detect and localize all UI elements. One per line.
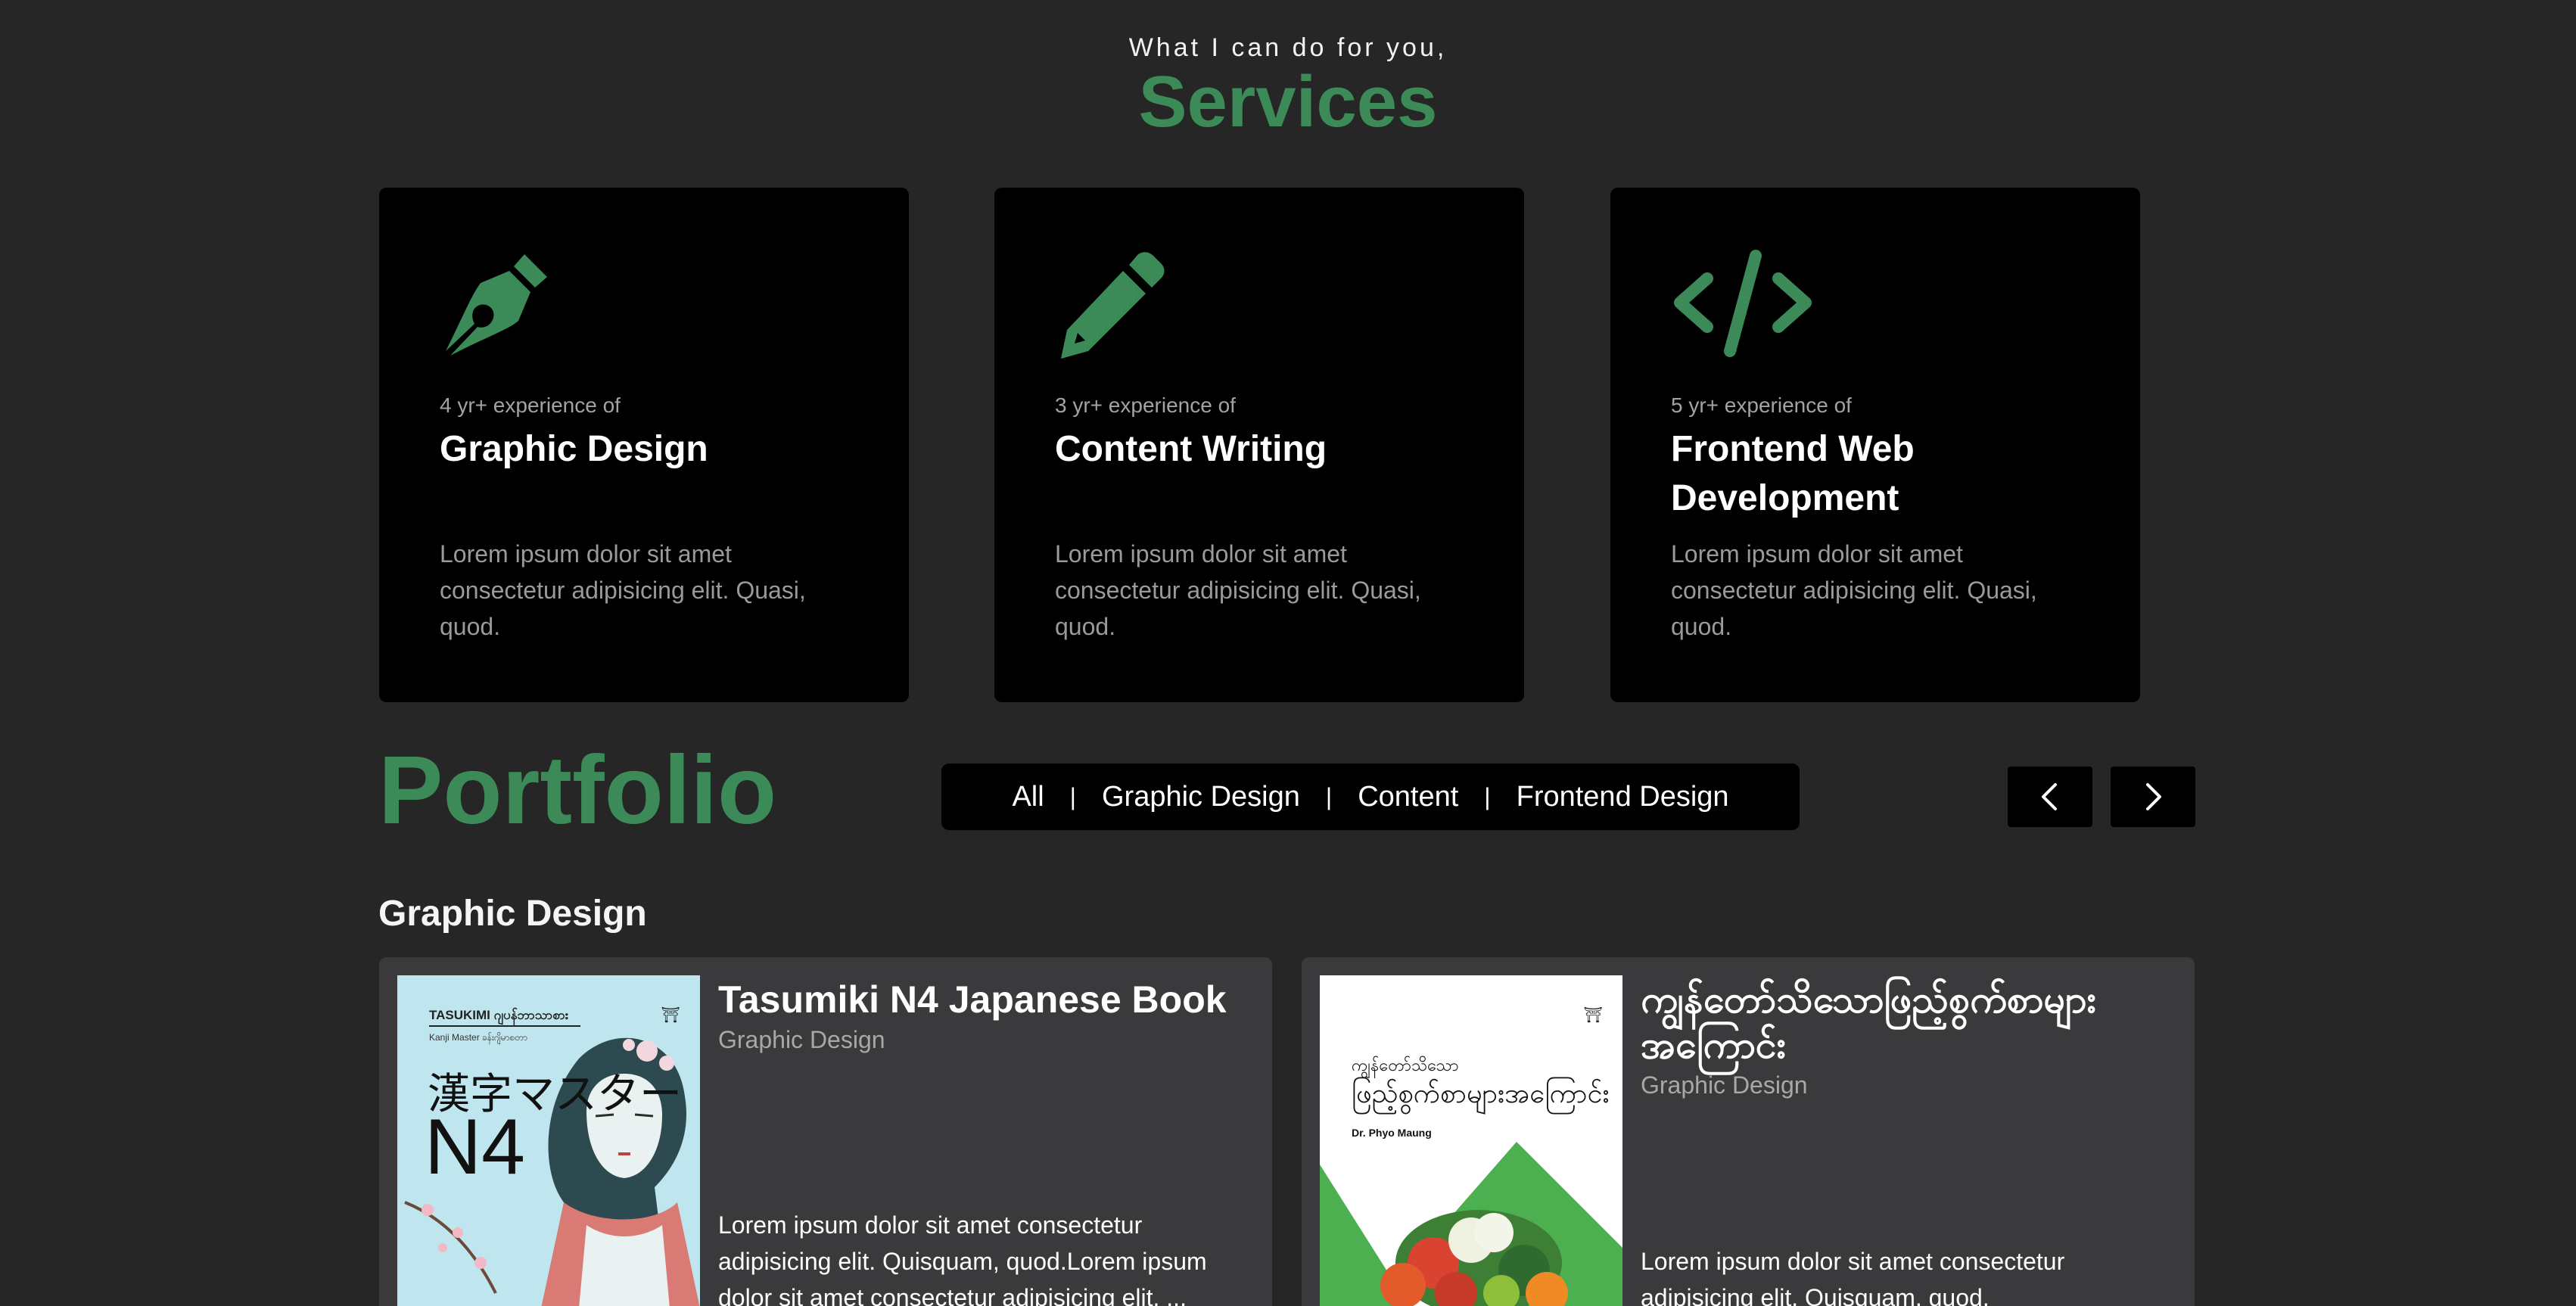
filter-separator: | bbox=[1484, 782, 1491, 810]
service-title: Content Writing bbox=[1055, 429, 1327, 469]
service-title: Frontend Web Development bbox=[1671, 429, 1915, 518]
book-cover-image: TASUKIMI ဂျပန်ဘာသာစား Kanji Master ခန်းဂ… bbox=[397, 975, 700, 1306]
filter-frontend-design[interactable]: Frontend Design bbox=[1491, 781, 1755, 813]
portfolio-card-title: Tasumiki N4 Japanese Book Graphic Design bbox=[718, 977, 1249, 1054]
portfolio-description: Lorem ipsum dolor sit amet consectetur a… bbox=[1641, 1248, 2065, 1306]
portfolio-card-title: ကျွန်တော်သိသောဖြည့်စွက်စာများအကြောင်း Gr… bbox=[1641, 977, 2172, 1099]
cover-brand: TASUKIMI ဂျပန်ဘာသာစား bbox=[429, 1008, 569, 1022]
service-experience: 3 yr+ experience of bbox=[1055, 393, 1236, 417]
filter-separator: | bbox=[1069, 782, 1076, 810]
next-button[interactable] bbox=[2111, 766, 2195, 827]
services-header: What I can do for you, Services bbox=[0, 33, 2576, 141]
vegetables-illustration bbox=[1320, 1142, 1622, 1306]
portfolio-card[interactable]: TASUKIMI ဂျပန်ဘာသာစား Kanji Master ခန်းဂ… bbox=[379, 957, 1272, 1306]
cover-author: Dr. Phyo Maung bbox=[1352, 1127, 1432, 1139]
book-cover-image: ⛩ ကျွန်တော်သိသော ဖြည့်စွက်စာများအကြောင်း… bbox=[1320, 975, 1622, 1306]
portfolio-category: Graphic Design bbox=[718, 1026, 885, 1053]
publisher-logo-icon: ⛩ bbox=[661, 1007, 680, 1024]
portfolio-title-text: ကျွန်တော်သိသောဖြည့်စွက်စာများအကြောင်း bbox=[1641, 978, 2097, 1066]
service-description: Lorem ipsum dolor sit amet consectetur a… bbox=[440, 540, 806, 640]
portfolio-title: Portfolio bbox=[378, 736, 777, 844]
prev-button[interactable] bbox=[2008, 766, 2092, 827]
service-card-content-writing: 3 yr+ experience of Content Writing Lore… bbox=[994, 188, 1524, 702]
portfolio-section-label: Graphic Design bbox=[378, 894, 647, 934]
portfolio-filter-bar: All | Graphic Design | Content | Fronten… bbox=[941, 763, 1800, 830]
code-icon bbox=[1674, 250, 1812, 357]
chevron-left-icon bbox=[2042, 783, 2057, 810]
service-card-graphic-design: 4 yr+ experience of Graphic Design Lorem… bbox=[379, 188, 909, 702]
service-description: Lorem ipsum dolor sit amet consectetur a… bbox=[1671, 540, 2037, 640]
filter-all[interactable]: All bbox=[986, 781, 1069, 813]
filter-separator: | bbox=[1325, 782, 1333, 810]
cover-title-line2: ဖြည့်စွက်စာများအကြောင်း bbox=[1352, 1078, 1610, 1109]
service-experience: 4 yr+ experience of bbox=[440, 393, 621, 417]
portfolio-category: Graphic Design bbox=[1641, 1071, 1808, 1099]
cover-level: N4 bbox=[425, 1103, 525, 1191]
service-description: Lorem ipsum dolor sit amet consectetur a… bbox=[1055, 540, 1421, 640]
services-title: Services bbox=[1138, 61, 1438, 142]
service-experience: 5 yr+ experience of bbox=[1671, 393, 1852, 417]
page: What I can do for you, Services 4 yr+ ex… bbox=[0, 0, 2576, 1306]
chevron-right-icon bbox=[2146, 783, 2161, 810]
publisher-logo-icon: ⛩ bbox=[1583, 1007, 1603, 1024]
cover-divider bbox=[429, 1025, 580, 1027]
portfolio-description: Lorem ipsum dolor sit amet consectetur a… bbox=[718, 1211, 1207, 1306]
filter-content[interactable]: Content bbox=[1332, 781, 1484, 813]
filter-graphic-design[interactable]: Graphic Design bbox=[1076, 781, 1326, 813]
service-card-frontend: 5 yr+ experience of Frontend Web Develop… bbox=[1610, 188, 2140, 702]
portfolio-card[interactable]: ⛩ ကျွန်တော်သိသော ဖြည့်စွက်စာများအကြောင်း… bbox=[1302, 957, 2195, 1306]
service-title: Graphic Design bbox=[440, 429, 708, 469]
cover-brand-sub: Kanji Master ခန်းဂျိမာစတာ bbox=[429, 1032, 527, 1043]
pencil-icon bbox=[1061, 252, 1165, 359]
pen-nib-icon bbox=[446, 254, 547, 356]
portfolio-title-text: Tasumiki N4 Japanese Book bbox=[718, 978, 1227, 1021]
services-subtitle: What I can do for you, bbox=[1128, 33, 1448, 62]
